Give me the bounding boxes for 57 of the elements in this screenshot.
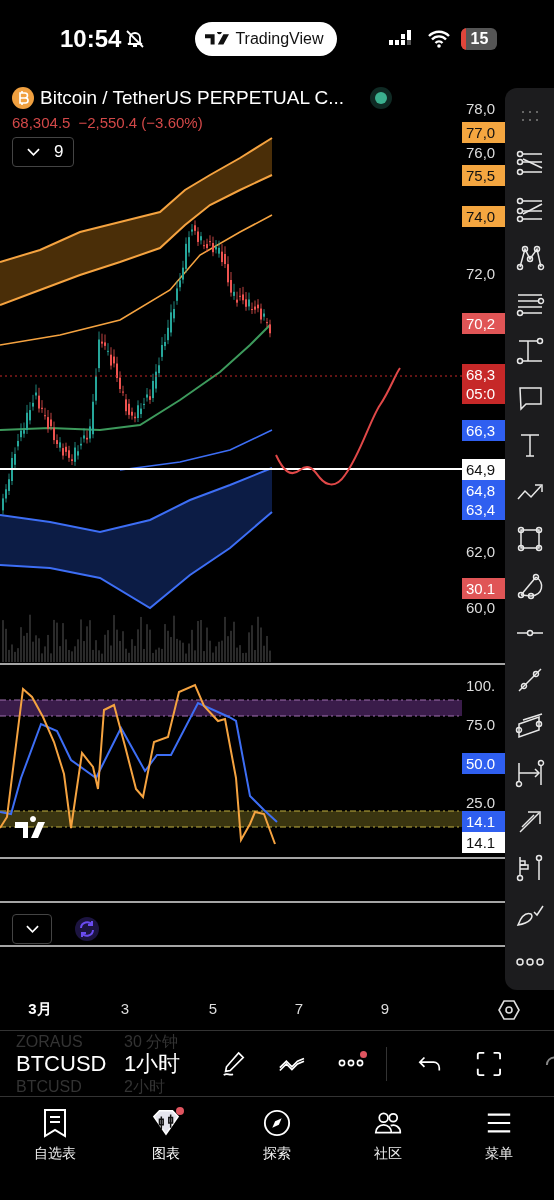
axis-label: 72,0: [465, 265, 497, 282]
price-tag: 64,9: [462, 459, 505, 480]
price-tag: 64,8 63,4: [462, 480, 505, 520]
time-axis-label: 5: [208, 1000, 218, 1017]
price-tag: 66,3: [462, 420, 505, 441]
time-axis-label: 9: [380, 1000, 390, 1017]
price-tag: 70,2: [462, 313, 505, 334]
price-tag: 30.1: [462, 578, 505, 599]
price-tag: 74,0: [462, 206, 505, 227]
nav-tab[interactable]: 探索: [221, 1107, 333, 1163]
logo-icon: [205, 32, 230, 46]
indicators-toggle[interactable]: 9: [12, 137, 75, 167]
wifi-icon: [427, 30, 452, 48]
axis-label: 75.0: [465, 716, 497, 733]
battery-indicator: 15: [461, 28, 498, 50]
chevron-down-icon: [25, 925, 39, 933]
price-tag: 75,5: [462, 165, 505, 186]
price-change: −2,550.4 (−3.60%): [78, 114, 203, 131]
nav-tab[interactable]: 自选表: [0, 1107, 111, 1163]
chevron-down-icon: [27, 148, 40, 156]
status-dot-icon: [370, 87, 393, 109]
price-tag: 68,3 05:0: [462, 364, 505, 404]
price-tag: 77,0: [462, 122, 505, 143]
pane-toggle-button[interactable]: [12, 914, 52, 944]
axis-label: 25.0: [465, 794, 497, 811]
settings-icon[interactable]: [498, 999, 520, 1021]
last-price: 68,304.5: [12, 114, 71, 131]
interval-selector[interactable]: 1小时: [124, 1049, 181, 1078]
bars-icon[interactable]: [514, 853, 545, 884]
axis-label: 62,0: [465, 543, 497, 560]
sync-icon[interactable]: [75, 917, 99, 941]
nav-tab[interactable]: 菜单: [443, 1107, 554, 1163]
value-tag: 14.1: [462, 811, 505, 832]
value-tag: 50.0: [462, 753, 505, 774]
logo-icon: [15, 816, 45, 838]
compass-icon: [263, 1108, 291, 1138]
bell-muted-icon: [125, 29, 146, 49]
vertical-measure-icon[interactable]: [514, 335, 545, 366]
drag-handle-icon[interactable]: [521, 110, 538, 121]
time-axis-label: 7: [294, 1000, 304, 1017]
coin-icon: [12, 87, 34, 109]
app-name: TradingView: [235, 30, 324, 48]
time-axis-label: 3月: [28, 1000, 52, 1019]
range-icon[interactable]: [514, 759, 545, 790]
time-axis-label: 3: [120, 1000, 130, 1017]
symbol-selector[interactable]: BTCUSD: [16, 1049, 124, 1078]
axis-label: 78,0: [465, 100, 497, 117]
more-icon[interactable]: [514, 957, 545, 968]
nav-tab[interactable]: 社区: [332, 1107, 444, 1163]
candlestick-icon: [152, 1108, 181, 1138]
axis-label: 76,0: [465, 144, 497, 161]
value-tag: 14.1: [462, 832, 505, 853]
symbol-name[interactable]: Bitcoin / TetherUS PERPETUAL C...: [40, 87, 345, 109]
status-time: 10:54: [60, 25, 122, 53]
axis-label: 100.: [465, 677, 497, 694]
nav-tab[interactable]: 图表: [110, 1107, 222, 1163]
axis-label: 60,0: [465, 599, 497, 616]
